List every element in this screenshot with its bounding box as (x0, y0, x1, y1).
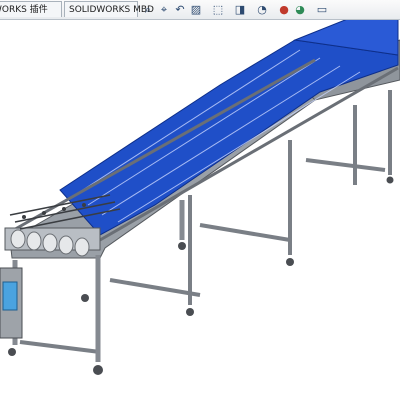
apply-scene-icon[interactable]: ◕ (293, 3, 307, 17)
graphics-area[interactable] (0, 11, 400, 400)
command-manager-tabs: WORKS 插件 SOLIDWORKS MBD ⌕ ⌖ ↶ ▨ ⬚ ◨ ◔ ● … (0, 0, 400, 20)
conveyor-belt (59, 39, 399, 236)
zoom-area-icon[interactable]: ⌖ (157, 3, 171, 17)
previous-view-icon[interactable]: ↶ (173, 3, 187, 17)
zoom-to-fit-icon[interactable]: ⌕ (141, 3, 155, 17)
tab-solidworks-addins[interactable]: WORKS 插件 (0, 1, 62, 17)
conveyor-model (0, 11, 400, 375)
drive-motor-box (0, 267, 23, 339)
view-orientation-icon[interactable]: ⬚ (211, 3, 225, 17)
edit-appearance-icon[interactable]: ● (277, 3, 291, 17)
section-view-icon[interactable]: ▨ (189, 3, 203, 17)
view-settings-icon[interactable]: ▭ (315, 3, 329, 17)
hide-show-items-icon[interactable]: ◔ (255, 3, 269, 17)
heads-up-view-toolbar: ⌕ ⌖ ↶ ▨ ⬚ ◨ ◔ ● ◕ ▭ (135, 1, 400, 19)
tab-solidworks-mbd[interactable]: SOLIDWORKS MBD (64, 1, 154, 17)
display-style-icon[interactable]: ◨ (233, 3, 247, 17)
